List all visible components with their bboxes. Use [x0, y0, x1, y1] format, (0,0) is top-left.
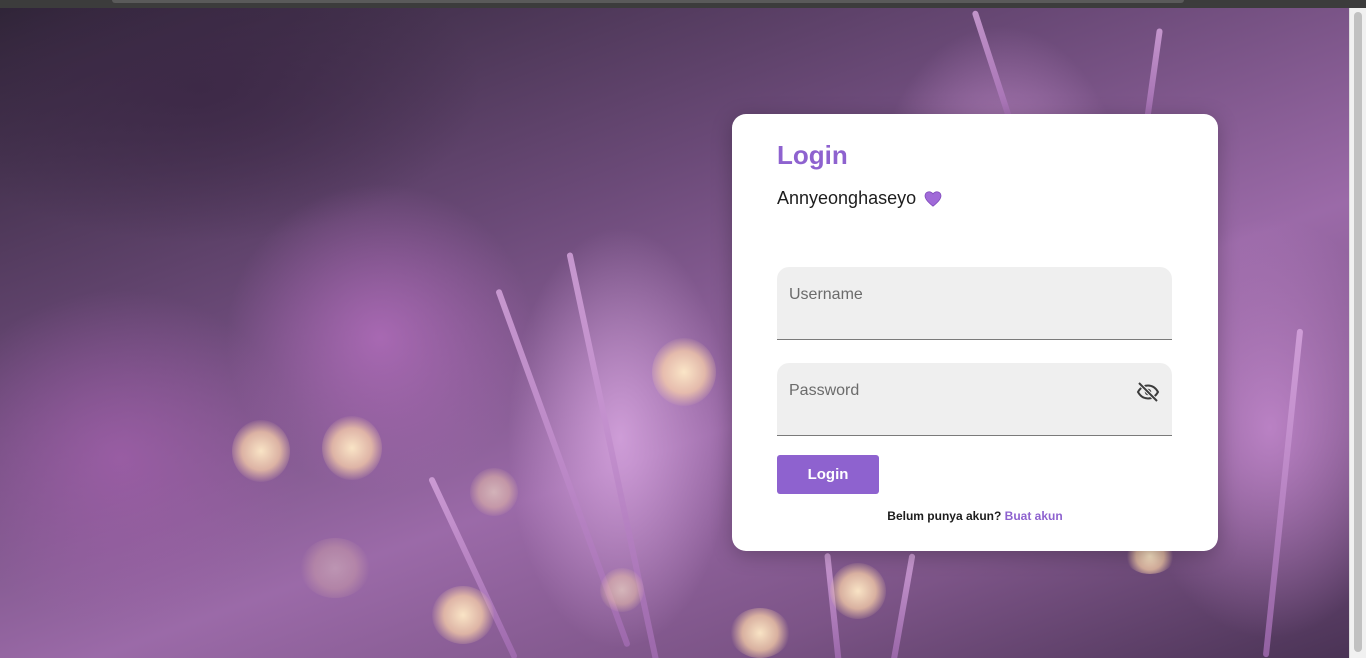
login-title: Login: [777, 140, 848, 170]
browser-top-strip: [0, 0, 1366, 8]
greeting-text: Annyeonghaseyo: [777, 188, 917, 208]
password-placeholder: Password: [789, 382, 860, 399]
password-field[interactable]: Password: [777, 363, 1172, 436]
signup-prompt: Belum punya akun? Buat akun: [732, 509, 1218, 523]
login-card: Login Annyeonghaseyo Username Password L…: [732, 114, 1218, 551]
page-scrollbar[interactable]: [1349, 8, 1366, 658]
username-placeholder: Username: [789, 286, 863, 303]
username-field[interactable]: Username: [777, 267, 1172, 340]
address-bar-edge: [112, 0, 1184, 3]
scrollbar-thumb[interactable]: [1354, 12, 1362, 652]
login-button[interactable]: Login: [777, 455, 879, 494]
signup-link[interactable]: Buat akun: [1005, 509, 1063, 523]
purple-heart-icon: [924, 190, 942, 207]
greeting: Annyeonghaseyo: [777, 188, 942, 209]
signup-prompt-text: Belum punya akun?: [887, 509, 1002, 523]
eye-off-icon[interactable]: [1136, 380, 1160, 404]
